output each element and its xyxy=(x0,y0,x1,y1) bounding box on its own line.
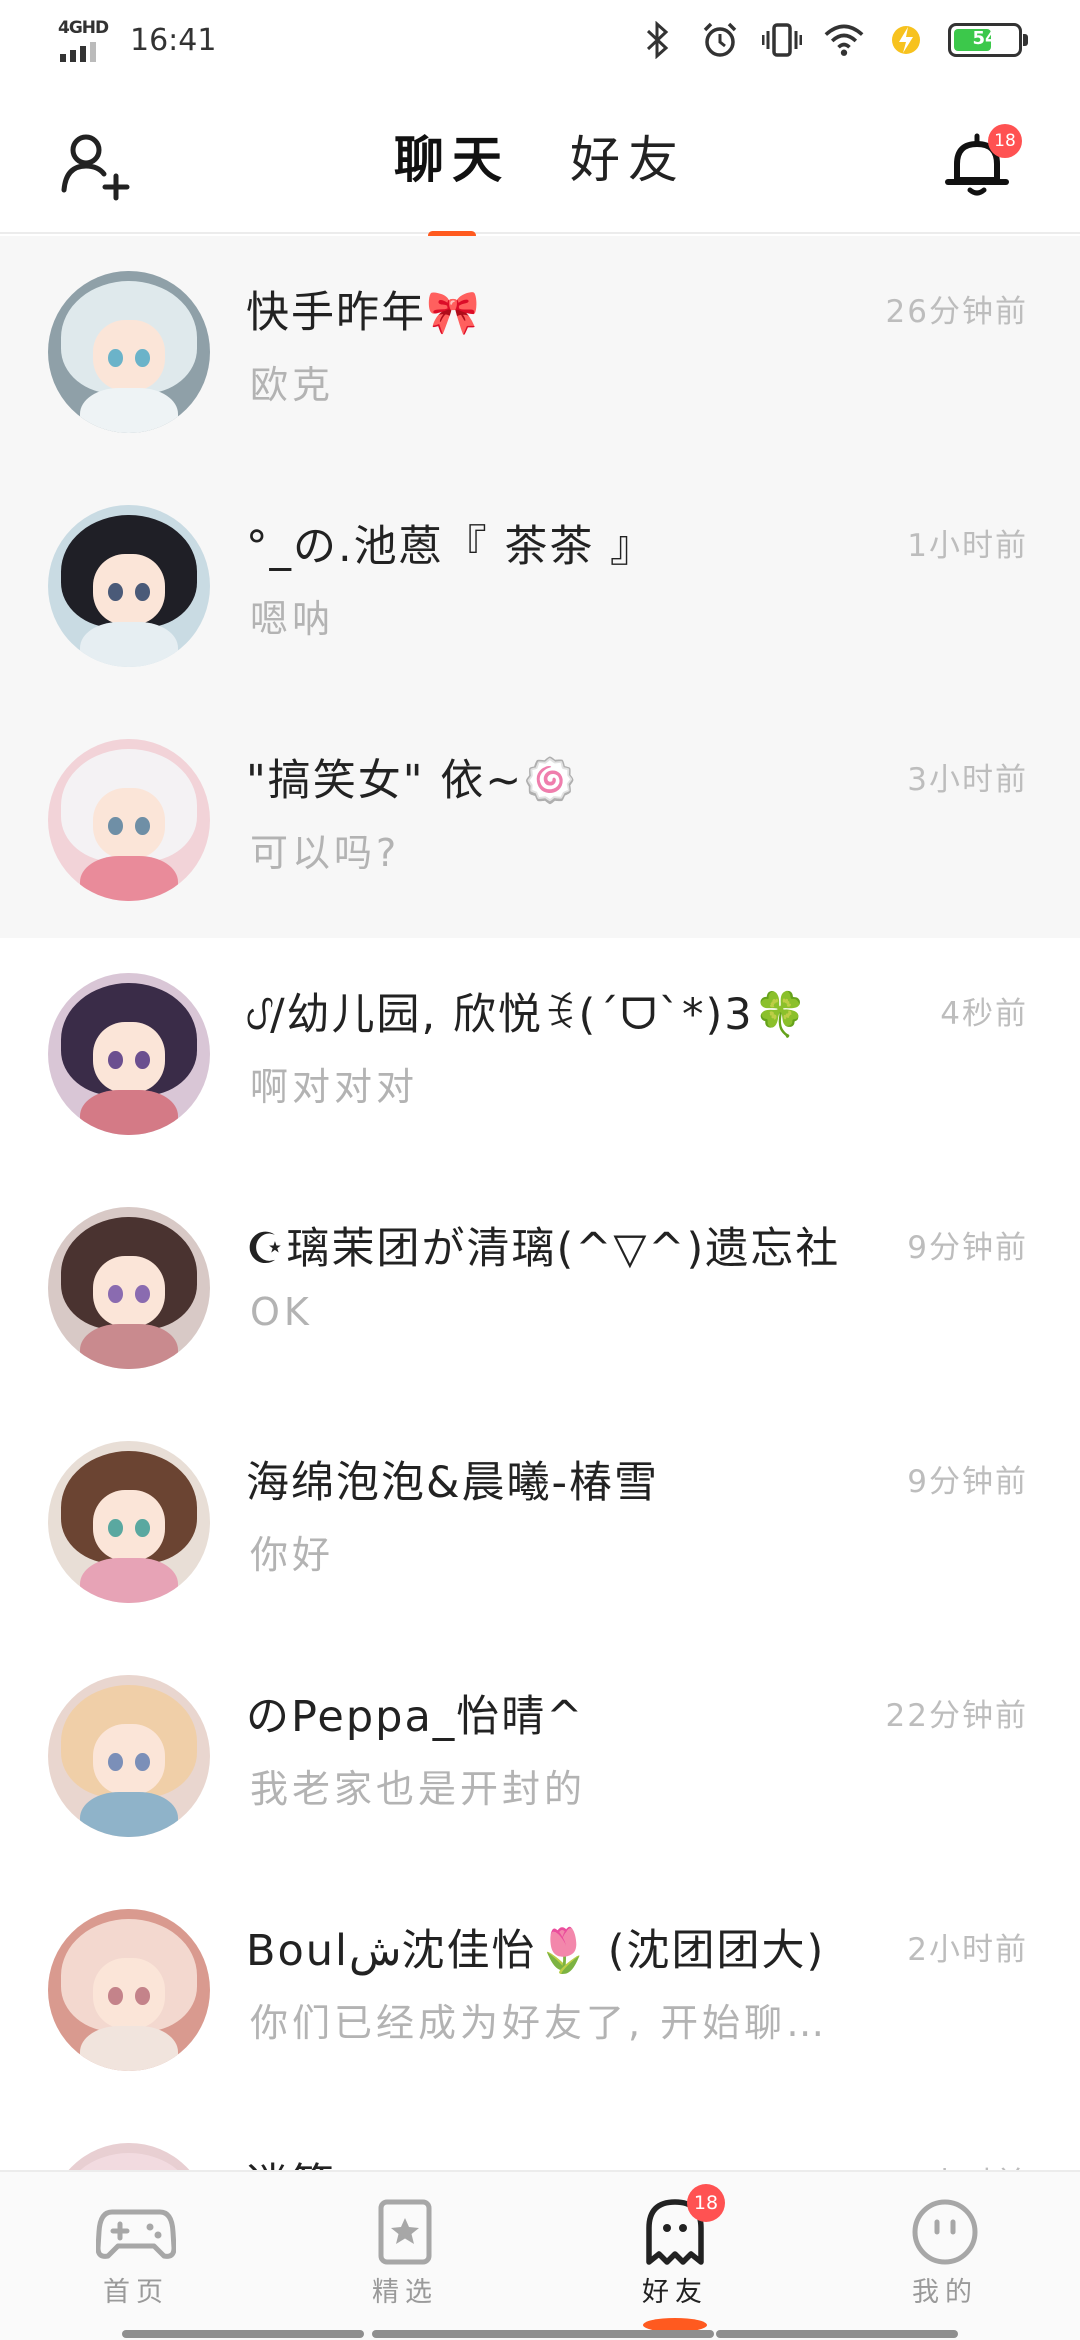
network-label: 4GHD xyxy=(58,18,109,38)
avatar xyxy=(48,1909,210,2071)
status-bar: 4GHD 16:41 54 xyxy=(0,0,1080,84)
nav-featured-label: 精选 xyxy=(372,2277,438,2308)
top-tabs: 聊天 好友 xyxy=(0,120,1080,240)
chat-last-message: 欧克 xyxy=(250,363,335,407)
nav-home[interactable]: 首页 xyxy=(66,2198,206,2318)
gesture-bar-center xyxy=(372,2330,714,2338)
chat-name: °_の.池蒽『 茶茶 』 xyxy=(246,522,656,572)
chat-time: 3小时前 xyxy=(907,762,1028,798)
chat-name: のPeppa_怡晴^ xyxy=(246,1692,585,1742)
chat-time: 22分钟前 xyxy=(885,1698,1028,1734)
chat-name: Boulش沈佳怡🌷 (沈团团大) xyxy=(246,1926,826,1976)
chat-name: 逍筱 xyxy=(246,2150,336,2170)
avatar xyxy=(48,973,210,1135)
avatar xyxy=(48,2143,210,2170)
chat-name: "搞笑女" 依~🍥 xyxy=(246,756,579,806)
gesture-bar-left xyxy=(122,2330,364,2338)
star-bookmark-icon xyxy=(365,2198,445,2266)
bluetooth-icon xyxy=(638,20,678,60)
bottom-navigation: 首页 精选 18 好友 我的 xyxy=(0,2170,1080,2340)
chat-time: 26分钟前 xyxy=(885,294,1028,330)
wifi-icon xyxy=(824,20,864,60)
charging-icon xyxy=(886,20,926,60)
gamepad-icon xyxy=(95,2198,177,2266)
tab-friends[interactable]: 好友 xyxy=(564,120,692,192)
nav-friends-label: 好友 xyxy=(642,2277,708,2308)
chat-last-message: 嗯呐 xyxy=(250,597,335,641)
gesture-bar-right xyxy=(716,2330,958,2338)
chat-name: 海绵泡泡&晨曦-椿雪 xyxy=(246,1458,660,1508)
chat-last-message: 可以吗? xyxy=(250,831,401,875)
clock: 16:41 xyxy=(130,22,217,58)
smiley-face-icon xyxy=(905,2198,985,2266)
nav-featured[interactable]: 精选 xyxy=(335,2198,475,2318)
avatar xyxy=(48,739,210,901)
avatar xyxy=(48,505,210,667)
tab-chat-label: 聊天 xyxy=(394,131,510,189)
chat-list-item[interactable]: 快手昨年🎀 欧克 26分钟前 xyxy=(0,236,1080,470)
nav-home-label: 首页 xyxy=(103,2277,169,2308)
alarm-icon xyxy=(700,20,740,60)
chat-name: 快手昨年🎀 xyxy=(246,288,482,338)
chat-list-item[interactable]: Boulش沈佳怡🌷 (沈团团大) 你们已经成为好友了, 开始聊… 2小时前 xyxy=(0,1874,1080,2108)
chat-time: 2小时前 xyxy=(907,1932,1028,1968)
avatar xyxy=(48,1675,210,1837)
chat-list-item[interactable]: ᦔ/幼儿园, 欣悦ꉂ(ˊᗜˋ*)3🍀 啊对对对 4秒前 xyxy=(0,938,1080,1172)
nav-friends-badge: 18 xyxy=(687,2184,725,2222)
chat-last-message: OK xyxy=(250,1290,313,1334)
battery-percentage: 54 xyxy=(972,28,998,49)
chat-time: 4秒前 xyxy=(940,996,1028,1032)
chat-time: 9分钟前 xyxy=(907,1464,1028,1500)
chat-last-message: 你好 xyxy=(250,1533,335,1577)
top-header: 聊天 好友 18 xyxy=(0,84,1080,240)
chat-name: ᦔ/幼儿园, 欣悦ꉂ(ˊᗜˋ*)3🍀 xyxy=(246,990,810,1040)
nav-profile-label: 我的 xyxy=(912,2277,978,2308)
ghost-icon: 18 xyxy=(635,2184,725,2266)
battery-icon: 54 xyxy=(948,23,1028,57)
tab-friends-label: 好友 xyxy=(570,131,686,189)
chat-list-item[interactable]: 海绵泡泡&晨曦-椿雪 你好 9分钟前 xyxy=(0,1406,1080,1640)
avatar xyxy=(48,271,210,433)
chat-list-item[interactable]: °_の.池蒽『 茶茶 』 嗯呐 1小时前 xyxy=(0,470,1080,704)
chat-last-message: 你们已经成为好友了, 开始聊… xyxy=(250,2001,829,2045)
nav-profile[interactable]: 我的 xyxy=(875,2198,1015,2318)
chat-time: 1小时前 xyxy=(907,528,1028,564)
chat-list-item[interactable]: "搞笑女" 依~🍥 可以吗? 3小时前 xyxy=(0,704,1080,938)
chat-last-message: 啊对对对 xyxy=(250,1065,419,1109)
chat-screen: 4GHD 16:41 54 聊天 好友 18 快手昨年🎀 欧克 26分钟前 °_… xyxy=(0,0,1080,2340)
chat-list[interactable]: 快手昨年🎀 欧克 26分钟前 °_の.池蒽『 茶茶 』 嗯呐 1小时前 "搞笑女… xyxy=(0,236,1080,2170)
chat-list-item[interactable]: のPeppa_怡晴^ 我老家也是开封的 22分钟前 xyxy=(0,1640,1080,1874)
tab-chat[interactable]: 聊天 xyxy=(388,120,516,240)
notification-button[interactable]: 18 xyxy=(942,124,1022,204)
chat-time: 2小时前 xyxy=(907,2158,1028,2170)
chat-list-item[interactable]: ☪璃茉团が清璃(^▽^)遗忘社 OK 9分钟前 xyxy=(0,1172,1080,1406)
network-signal-icon: 4GHD xyxy=(58,18,109,62)
notification-badge: 18 xyxy=(988,124,1022,158)
nav-friends[interactable]: 18 好友 xyxy=(605,2184,745,2332)
chat-last-message: 我老家也是开封的 xyxy=(250,1767,587,1811)
chat-list-item[interactable]: 逍筱 2小时前 xyxy=(0,2108,1080,2170)
chat-time: 9分钟前 xyxy=(907,1230,1028,1266)
avatar xyxy=(48,1441,210,1603)
avatar xyxy=(48,1207,210,1369)
vibrate-icon xyxy=(762,20,802,60)
chat-name: ☪璃茉团が清璃(^▽^)遗忘社 xyxy=(246,1224,841,1274)
